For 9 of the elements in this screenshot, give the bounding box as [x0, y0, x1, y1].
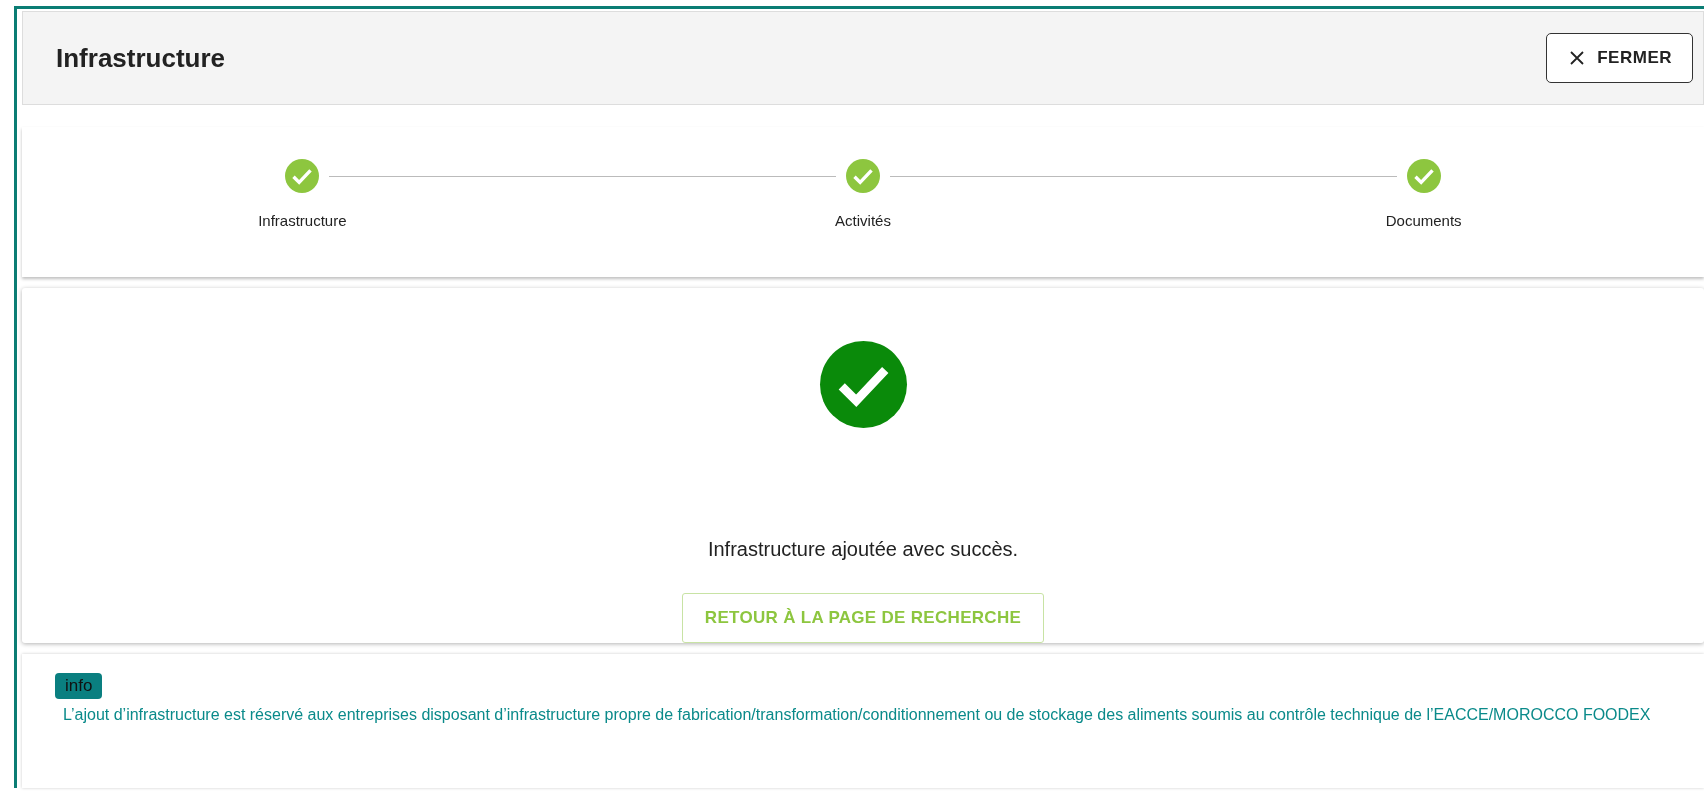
page-title: Infrastructure — [56, 42, 226, 74]
step-label[interactable]: Activités — [835, 212, 891, 229]
close-icon — [1569, 50, 1586, 66]
close-button[interactable]: FERMER — [1546, 33, 1693, 83]
step-label[interactable]: Infrastructure — [258, 212, 347, 229]
info-text: L’ajout d’infrastructure est réservé aux entreprises disposant d’infrastructure propre de fabrication/transformation/conditionnement ou de stockage des aliments soumis au contrôle technique de l’EACCE/MOROCCO FOODEX — [63, 705, 1652, 725]
info-badge: info — [55, 673, 103, 699]
step-label[interactable]: Documents — [1385, 212, 1462, 229]
success-message: Infrastructure ajoutée avec succès. — [707, 538, 1019, 561]
